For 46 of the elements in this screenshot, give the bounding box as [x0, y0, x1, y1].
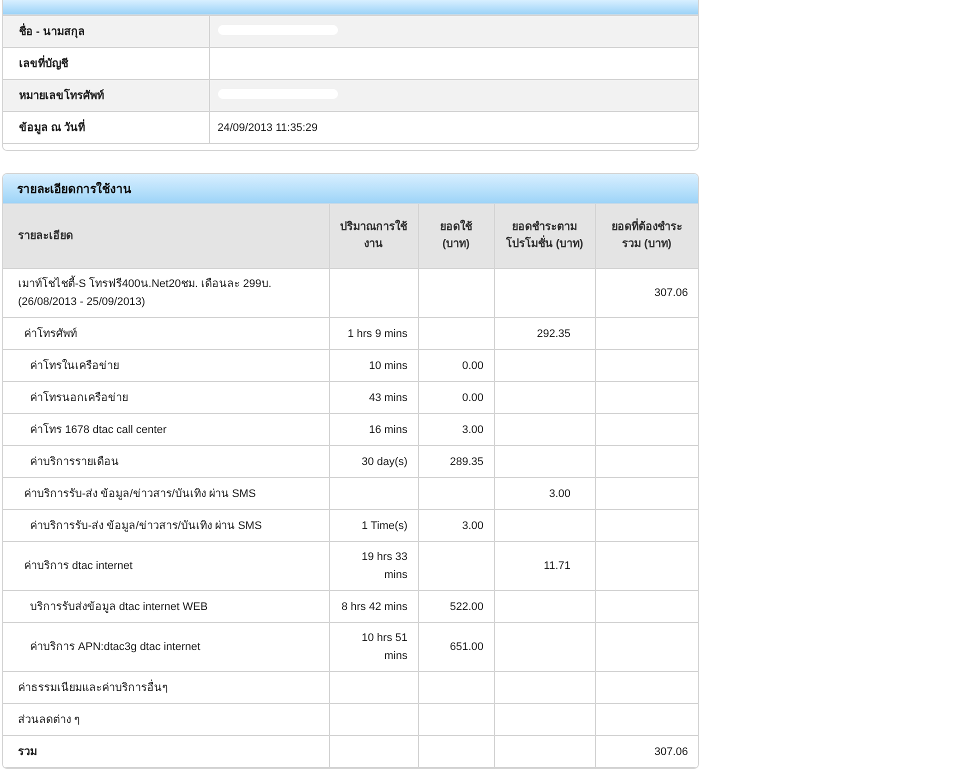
quantity-cell: 1 hrs 9 mins [329, 318, 418, 350]
quantity-cell: 16 mins [329, 414, 418, 446]
promo-cell: 292.35 [494, 318, 595, 350]
quantity-cell: 30 day(s) [329, 446, 418, 478]
column-header: ยอดใช้ (บาท) [418, 204, 494, 268]
quantity-cell: 19 hrs 33 mins [329, 542, 418, 590]
panel-title: รายละเอียดการใช้งาน [3, 174, 698, 204]
detail-cell: ค่าบริการ dtac internet [3, 542, 329, 590]
total-cell: 307.06 [595, 736, 698, 768]
detail-cell: ค่าโทร 1678 dtac call center [3, 414, 329, 446]
detail-cell: รวม [3, 736, 329, 768]
used-cell: 651.00 [418, 622, 494, 672]
used-cell: 0.00 [418, 350, 494, 382]
promo-cell: 3.00 [494, 478, 595, 510]
quantity-cell: 43 mins [329, 382, 418, 414]
total-cell: 307.06 [595, 268, 698, 318]
info-label: ข้อมูล ณ วันที่ [3, 112, 209, 144]
used-cell: 522.00 [418, 590, 494, 622]
info-label: เลขที่บัญชี [3, 48, 209, 80]
info-label: หมายเลขโทรศัพท์ [3, 80, 209, 112]
quantity-cell: 10 mins [329, 350, 418, 382]
detail-cell: บริการรับส่งข้อมูล dtac internet WEB [3, 590, 329, 622]
info-label: ชื่อ - นามสกุล [3, 16, 209, 48]
used-cell: 3.00 [418, 414, 494, 446]
info-value: 24/09/2013 11:35:29 [209, 112, 698, 144]
column-header: ยอดชำระตามโปรโมชั่น (บาท) [494, 204, 595, 268]
detail-cell: ค่าบริการ APN:dtac3g dtac internet [3, 622, 329, 672]
used-cell: 289.35 [418, 446, 494, 478]
detail-cell: ค่าโทรนอกเครือข่าย [3, 382, 329, 414]
column-header: รายละเอียด [3, 204, 329, 268]
promo-cell: 11.71 [494, 542, 595, 590]
detail-cell: ค่าโทรศัพท์ [3, 318, 329, 350]
detail-cell: ส่วนลดต่าง ๆ [3, 704, 329, 736]
detail-cell: เมาท์โชไชตี้-S โทรฟรี400น.Net20ชม. เดือนละ 299บ. (26/08/2013 - 25/09/2013) [3, 268, 329, 318]
detail-cell: ค่าบริการรับ-ส่ง ข้อมูล/ข่าวสาร/บันเทิง ผ่าน SMS [3, 478, 329, 510]
quantity-cell: 8 hrs 42 mins [329, 590, 418, 622]
column-header: ปริมาณการใช้งาน [329, 204, 418, 268]
quantity-cell: 1 Time(s) [329, 510, 418, 542]
detail-cell: ค่าโทรในเครือข่าย [3, 350, 329, 382]
used-cell: 3.00 [418, 510, 494, 542]
detail-cell: ค่าบริการรับ-ส่ง ข้อมูล/ข่าวสาร/บันเทิง ผ่าน SMS [3, 510, 329, 542]
used-cell: 0.00 [418, 382, 494, 414]
column-header: ยอดที่ต้องชำระรวม (บาท) [595, 204, 698, 268]
detail-cell: ค่าบริการรายเดือน [3, 446, 329, 478]
detail-cell: ค่าธรรมเนียมและค่าบริการอื่นๆ [3, 672, 329, 704]
quantity-cell: 10 hrs 51 mins [329, 622, 418, 672]
